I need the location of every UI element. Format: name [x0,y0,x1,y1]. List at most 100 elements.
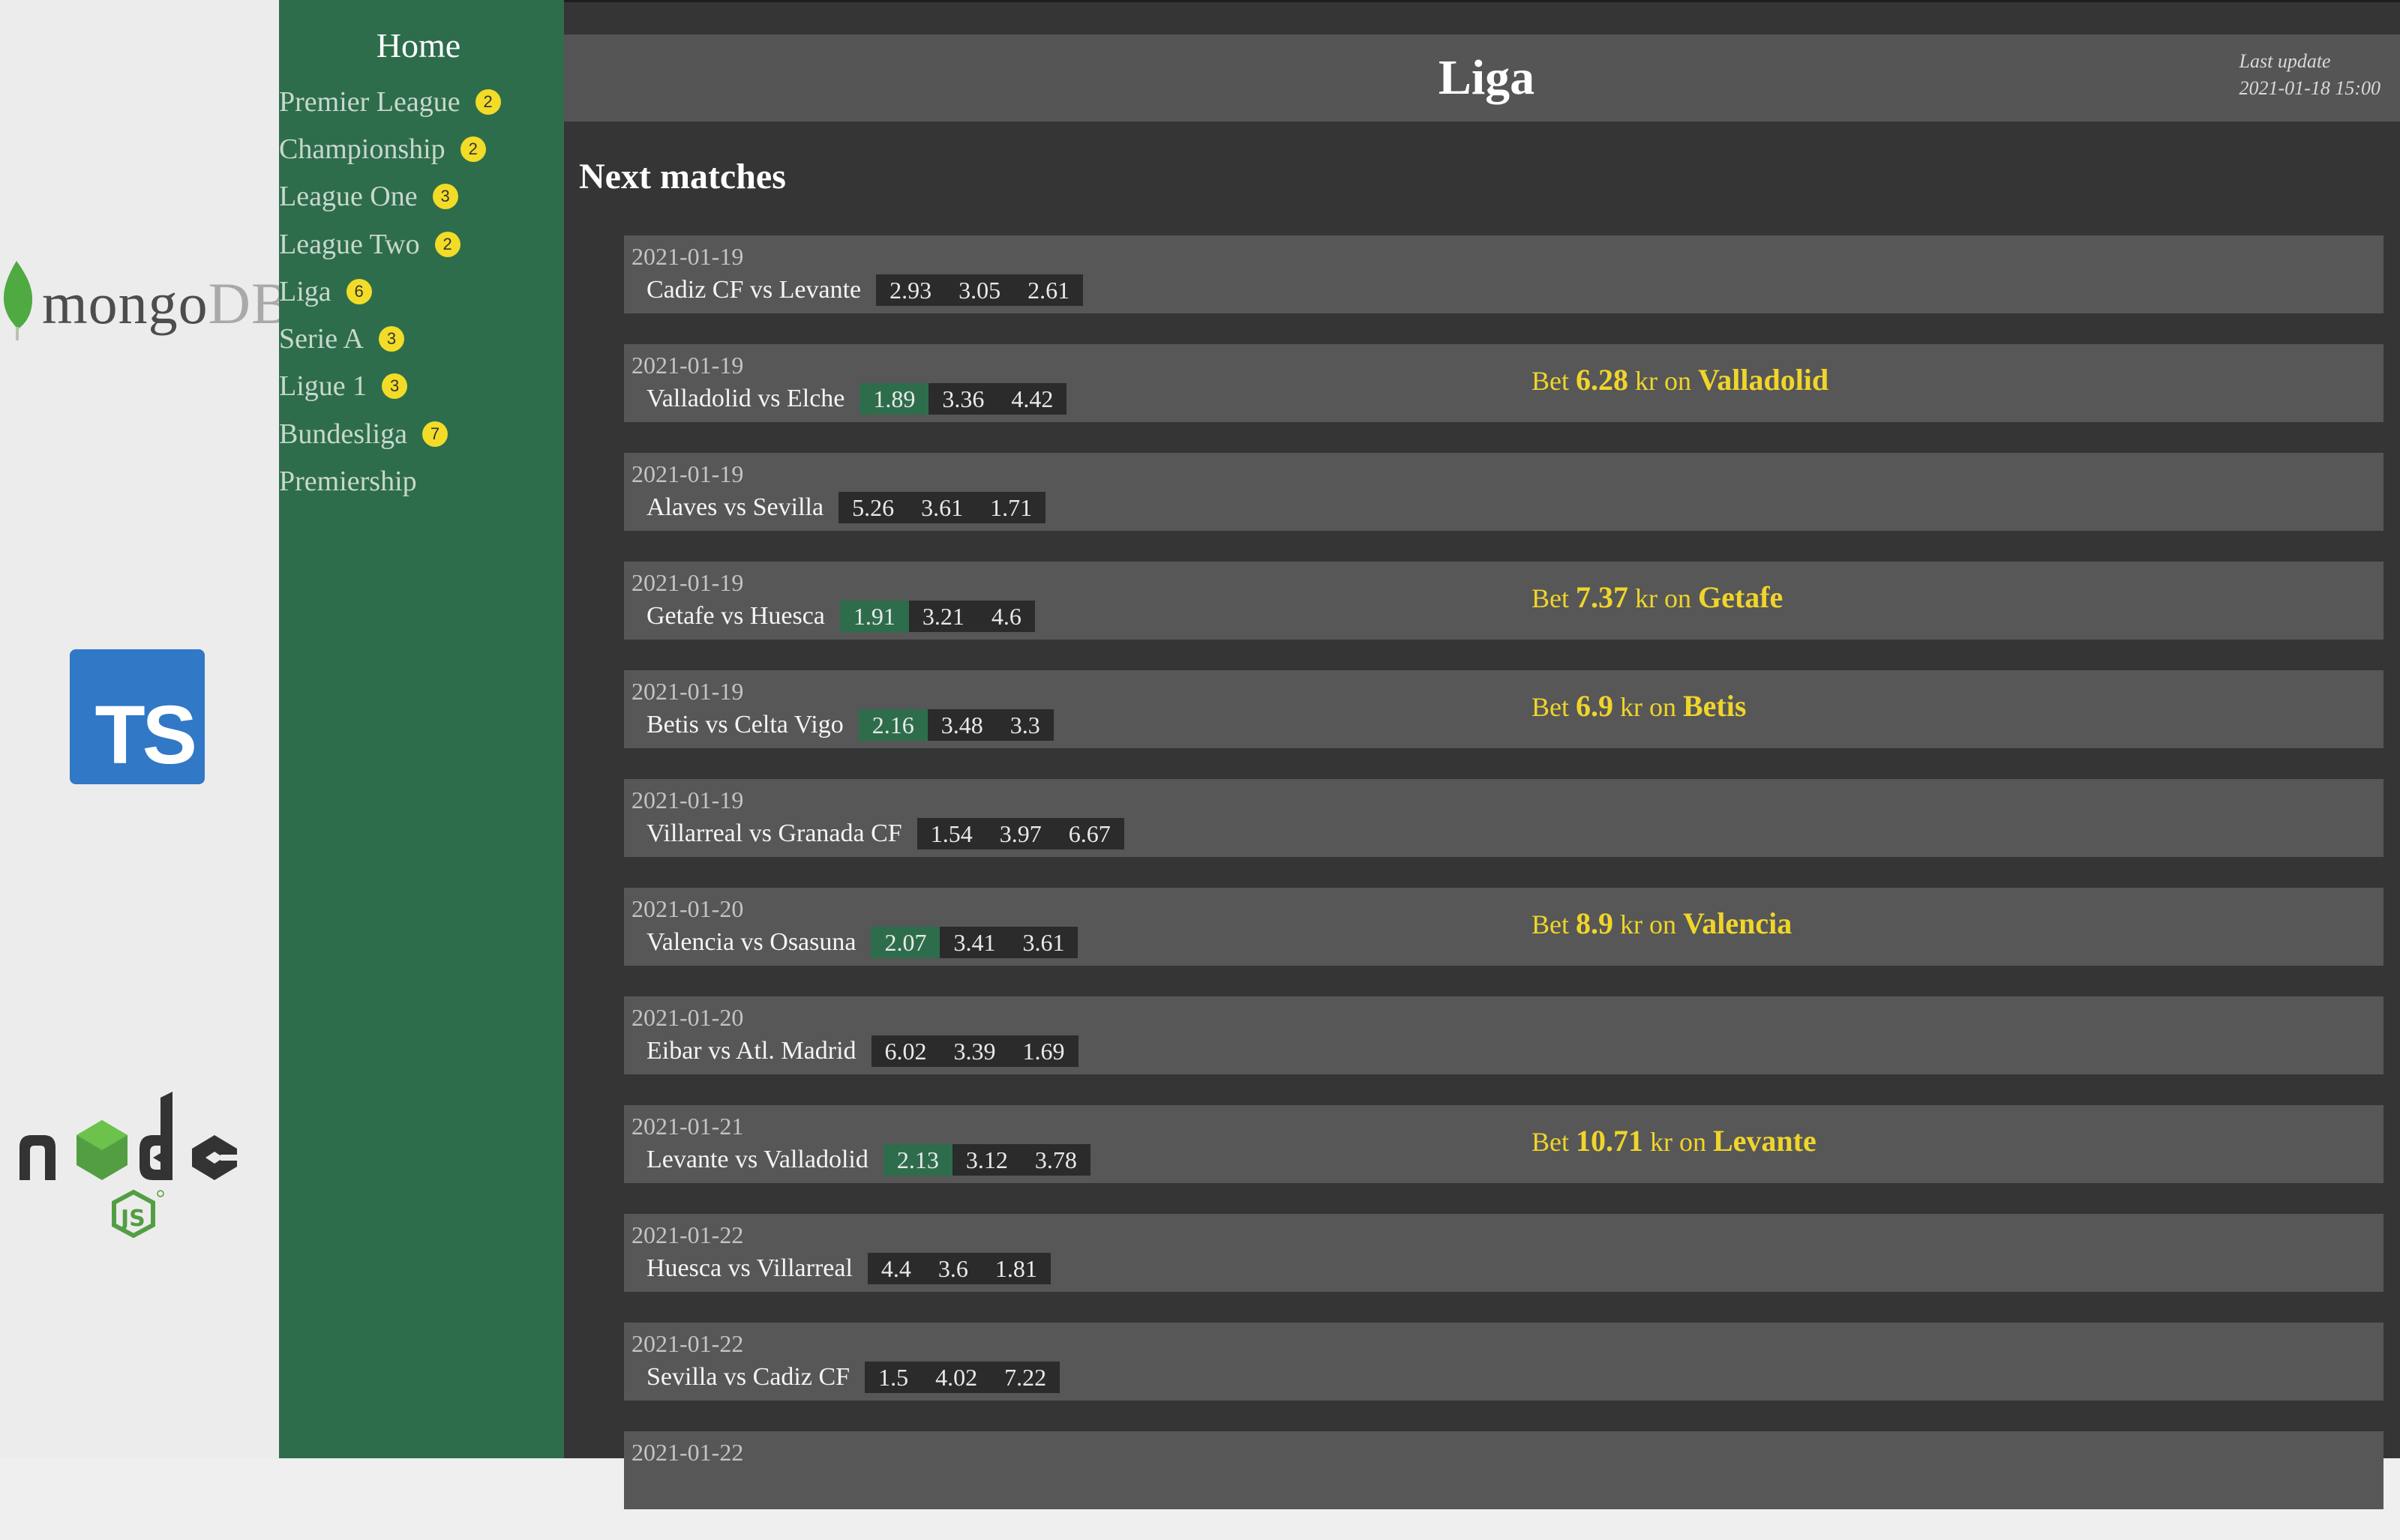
match-card: 2021-01-19 Alaves vs Sevilla 5.26 3.61 1.71 [624,453,2384,531]
match-teams: Betis vs Celta Vigo [646,711,844,739]
odds-draw: 3.12 [965,1146,1008,1173]
odds-group: 1.89 3.36 4.42 [860,383,1067,415]
match-teams: Huesca vs Villarreal [646,1254,853,1282]
last-update-value: 2021-01-18 15:00 [2239,77,2380,99]
match-row: Alaves vs Sevilla 5.26 3.61 1.71 [646,492,1046,523]
match-card: 2021-01-19 Villarreal vs Granada CF 1.54 3.… [624,779,2384,857]
odds-draw: 3.21 [922,603,964,630]
sidebar-item-league-two[interactable]: League Two 2 [279,220,501,268]
match-teams: Villarreal vs Granada CF [646,819,902,847]
mongodb-wordmark: mongoDB. [42,271,307,336]
bet-currency: kr on [1628,366,1698,396]
match-list: 2021-01-19 Cadiz CF vs Levante 2.93 3.05 2.6… [624,235,2384,1540]
bet-suggestion: Bet 6.28 kr on Valladolid [1532,362,1828,397]
odds-home: 1.5 [878,1364,909,1391]
bet-amount: 6.9 [1576,689,1613,723]
odds-draw: 3.39 [953,1038,996,1065]
odds-group: 2.16 3.48 3.3 [858,709,1054,741]
sidebar-home-link[interactable]: Home [279,25,558,65]
match-row: Levante vs Valladolid 2.13 3.12 3.78 [646,1144,1090,1176]
odds-draw: 4.02 [935,1364,978,1391]
page-title: Liga [1438,50,1535,105]
sidebar: Home Premier League 2 Championship 2 Leagu… [279,0,564,1458]
sidebar-item-bundesliga[interactable]: Bundesliga 7 [279,410,501,457]
match-row: Getafe vs Huesca 1.91 3.21 4.6 [646,601,1035,632]
main-content: Liga Last update 2021-01-18 15:00 Next m… [564,0,2400,1509]
match-date: 2021-01-19 [632,460,744,487]
bet-prefix: Bet [1532,692,1576,722]
match-teams: Cadiz CF vs Levante [646,276,862,304]
bet-suggestion: Bet 6.9 kr on Betis [1532,688,1746,724]
count-badge: 7 [422,421,448,447]
bet-amount: 6.28 [1576,363,1628,397]
odds-away: 4.6 [991,603,1022,630]
odds-home: 1.54 [930,820,973,847]
odds-group: 4.4 3.6 1.81 [867,1253,1051,1284]
odds-group: 2.93 3.05 2.61 [876,274,1084,306]
match-card: 2021-01-22 Huesca vs Villarreal 4.4 3.6 1.81 [624,1214,2384,1292]
odds-home: 5.26 [852,494,895,521]
bet-currency: kr on [1628,583,1698,613]
odds-draw: 3.05 [958,277,1001,304]
match-card: 2021-01-20 Valencia vs Osasuna 2.07 3.41 3.6… [624,888,2384,966]
match-teams: Getafe vs Huesca [646,602,825,630]
match-date: 2021-01-20 [632,1004,744,1031]
count-badge: 2 [475,88,501,115]
match-date: 2021-01-19 [632,243,744,270]
last-update-label: Last update [2239,50,2331,72]
match-row: Betis vs Celta Vigo 2.16 3.48 3.3 [646,709,1054,741]
sidebar-item-ligue-1[interactable]: Ligue 13 [279,363,501,410]
odds-away: 6.67 [1068,820,1111,847]
odds-away: 4.42 [1011,385,1054,412]
sidebar-item-championship[interactable]: Championship 2 [279,125,501,172]
sidebar-item-liga[interactable]: Liga 6 [279,268,501,315]
count-badge: 3 [382,373,408,400]
match-card: 2021-01-19 Valladolid vs Elche 1.89 3.36 4.4… [624,344,2384,422]
bet-amount: 7.37 [1576,580,1628,614]
bet-suggestion: Bet 10.71 kr on Levante [1532,1123,1816,1158]
sidebar-item-serie-a[interactable]: Serie A3 [279,315,501,362]
match-date: 2021-01-20 [632,895,744,922]
match-teams: Eibar vs Atl. Madrid [646,1037,856,1065]
odds-draw: 3.36 [942,385,985,412]
bet-amount: 8.9 [1576,906,1613,940]
sidebar-item-premier-league[interactable]: Premier League 2 [279,78,501,125]
match-date: 2021-01-19 [632,352,744,379]
odds-group: 6.02 3.39 1.69 [871,1035,1078,1067]
bet-currency: kr on [1613,909,1683,939]
bet-team: Getafe [1698,580,1784,614]
match-card: 2021-01-19 Getafe vs Huesca 1.91 3.21 4.6 Bet… [624,562,2384,640]
bet-prefix: Bet [1532,909,1576,939]
match-row: Valladolid vs Elche 1.89 3.36 4.42 [646,383,1067,415]
top-border [564,0,2400,2]
odds-away: 7.22 [1004,1364,1047,1391]
bet-suggestion: Bet 8.9 kr on Valencia [1532,906,1792,941]
sidebar-item-premiership[interactable]: Premiership [279,457,501,505]
odds-home: 1.91 [839,601,909,632]
match-card: 2021-01-20 Eibar vs Atl. Madrid 6.02 3.39 1.… [624,996,2384,1074]
odds-draw: 3.97 [999,820,1042,847]
match-teams: Alaves vs Sevilla [646,493,824,521]
section-title: Next matches [579,157,786,196]
odds-away: 3.61 [1022,929,1065,956]
odds-home: 2.93 [890,277,932,304]
odds-home: 2.13 [883,1144,952,1176]
odds-draw: 3.61 [921,494,964,521]
odds-group: 1.5 4.02 7.22 [865,1362,1060,1393]
mongodb-logo: mongoDB. [0,253,306,343]
league-list: Premier League 2 Championship 2 League One… [279,78,501,505]
bet-amount: 10.71 [1576,1124,1643,1158]
match-teams: Sevilla vs Cadiz CF [646,1363,850,1391]
match-card: 2021-01-19 Cadiz CF vs Levante 2.93 3.05 2.6… [624,235,2384,313]
sidebar-item-league-one[interactable]: League One 3 [279,173,501,220]
svg-text:JS: JS [119,1206,146,1232]
odds-home: 6.02 [884,1038,927,1065]
match-date: 2021-01-22 [632,1221,744,1248]
count-badge: 6 [346,278,372,304]
count-badge: 3 [378,326,404,352]
odds-away: 2.61 [1028,277,1070,304]
match-card: 2021-01-22 Sevilla vs Cadiz CF 1.5 4.02 7.22 [624,1323,2384,1401]
count-badge: 2 [460,136,486,162]
match-card: 2021-01-19 Betis vs Celta Vigo 2.16 3.48 3.3… [624,670,2384,748]
bet-team: Betis [1683,689,1747,723]
